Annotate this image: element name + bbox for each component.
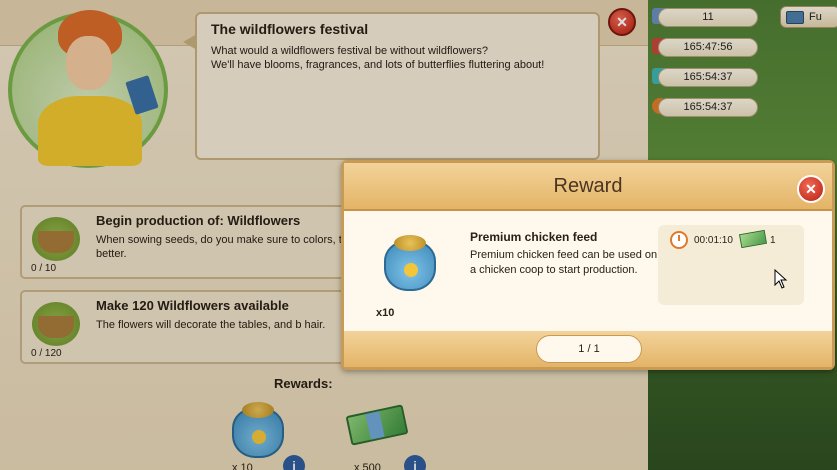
chicken-feed-sack-icon	[384, 235, 436, 291]
reward-dialog-title: Reward	[553, 175, 623, 197]
reward-dialog-footer: 1 / 1	[344, 331, 832, 367]
clock-icon	[670, 231, 688, 249]
mouse-cursor-icon	[774, 269, 788, 289]
reward-dialog-header: Reward ✕	[344, 163, 832, 211]
production-cost: 1	[770, 235, 776, 246]
reward-dialog: Reward ✕ x10 Premium chicken feed Premiu…	[341, 160, 835, 370]
reward-close-button[interactable]: ✕	[797, 175, 825, 203]
reward-item-description: Premium chicken feed can be used on a ch…	[470, 249, 658, 276]
reward-item-name: Premium chicken feed	[470, 230, 598, 244]
production-time: 00:01:10	[694, 235, 733, 246]
reward-item: x10 Premium chicken feed Premium chicken…	[344, 211, 832, 331]
reward-item-stats: 00:01:10 1	[658, 225, 804, 305]
reward-pager: 1 / 1	[536, 335, 642, 363]
cash-icon	[738, 229, 768, 249]
reward-item-quantity: x10	[376, 307, 395, 319]
